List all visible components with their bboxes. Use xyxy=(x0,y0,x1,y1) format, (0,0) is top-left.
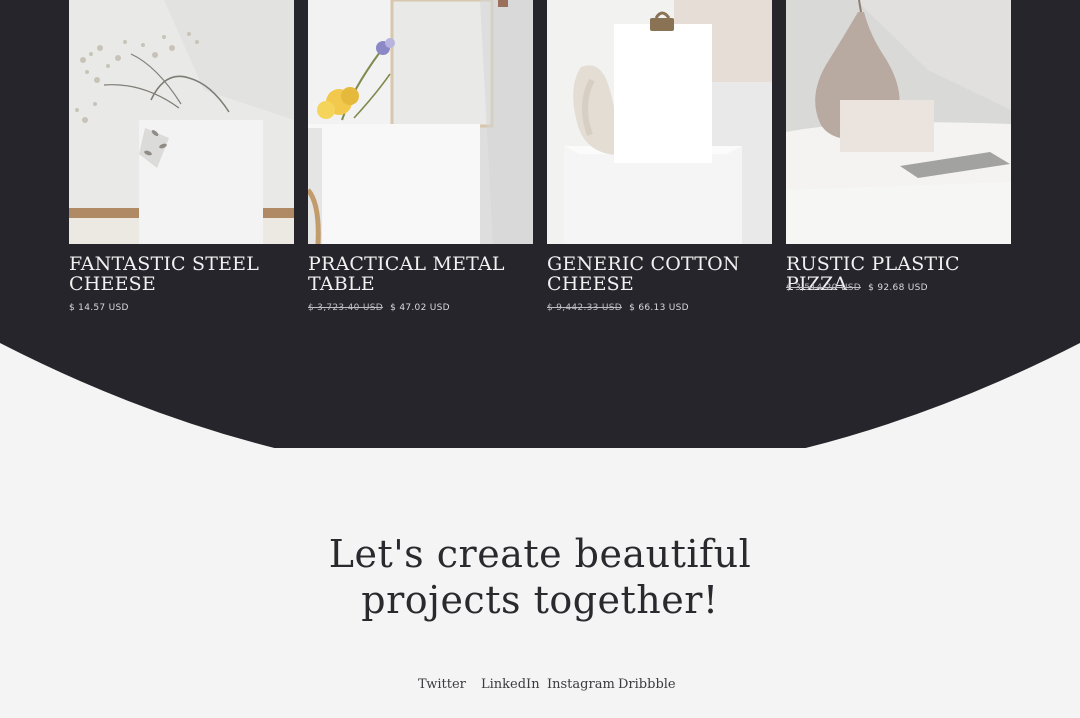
flowers-and-frame-mockup-icon[interactable] xyxy=(308,0,533,244)
twitter-link[interactable]: Twitter xyxy=(418,676,466,694)
current-price: $ 47.02 USD xyxy=(390,303,450,313)
product-card-fantastic-steel-cheese[interactable]: FANTASTIC STEEL CHEESE $ 14.57 USD xyxy=(69,0,294,320)
product-card-generic-cotton-cheese[interactable]: GENERIC COTTON CHEESE $ 9,442.33 USD $ 6… xyxy=(547,0,772,320)
social-links: Twitter LinkedIn Instagram Dribbble xyxy=(0,676,1080,696)
current-price: $ 66.13 USD xyxy=(629,303,689,313)
dribbble-link[interactable]: Dribbble xyxy=(618,676,676,694)
instagram-link[interactable]: Instagram xyxy=(547,676,615,694)
current-price: $ 92.68 USD xyxy=(868,283,928,293)
original-price: $ 3,514.20 USD xyxy=(786,283,861,293)
current-price: $ 14.57 USD xyxy=(69,303,129,313)
flower-vase-mockup-icon[interactable] xyxy=(69,0,294,244)
price-row: $ 14.57 USD xyxy=(69,302,294,314)
product-title[interactable]: GENERIC COTTON CHEESE xyxy=(547,254,772,294)
original-price: $ 3,723.40 USD xyxy=(308,303,383,313)
linkedin-link[interactable]: LinkedIn xyxy=(481,676,540,694)
product-page: FANTASTIC STEEL CHEESE $ 14.57 USD PRACT… xyxy=(0,0,1080,718)
product-card-practical-metal-table[interactable]: PRACTICAL METAL TABLE $ 3,723.40 USD $ 4… xyxy=(308,0,533,320)
price-row: $ 3,723.40 USD $ 47.02 USD xyxy=(308,302,533,314)
product-grid: FANTASTIC STEEL CHEESE $ 14.57 USD PRACT… xyxy=(69,0,1012,320)
product-title[interactable]: PRACTICAL METAL TABLE xyxy=(308,254,533,294)
product-title[interactable]: FANTASTIC STEEL CHEESE xyxy=(69,254,294,294)
vase-and-card-mockup-icon[interactable] xyxy=(786,0,1011,244)
clipboard-paper-mockup-icon[interactable] xyxy=(547,0,772,244)
price-row: $ 3,514.20 USD $ 92.68 USD xyxy=(786,282,1011,294)
original-price: $ 9,442.33 USD xyxy=(547,303,622,313)
price-row: $ 9,442.33 USD $ 66.13 USD xyxy=(547,302,772,314)
product-card-rustic-plastic-pizza[interactable]: RUSTIC PLASTIC PIZZA $ 3,514.20 USD $ 92… xyxy=(786,0,1011,320)
call-to-action-heading: Let's create beautiful projects together… xyxy=(328,532,752,622)
